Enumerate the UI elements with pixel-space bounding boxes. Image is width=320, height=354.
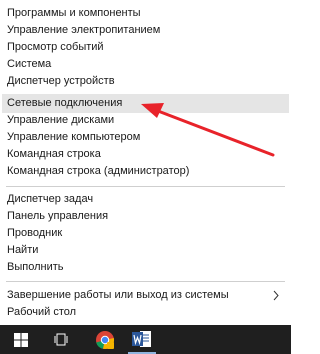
task-view-button[interactable]	[46, 325, 76, 354]
menu-item-command-prompt-admin[interactable]: Командная строка (администратор)	[0, 162, 291, 181]
chrome-taskbar-button[interactable]	[88, 325, 122, 354]
windows-logo-icon	[14, 333, 28, 347]
task-view-icon	[54, 333, 68, 346]
menu-item-shutdown-label: Завершение работы или выход из системы	[7, 289, 229, 301]
winx-context-menu: Программы и компоненты Управление электр…	[0, 0, 291, 325]
word-taskbar-button[interactable]	[124, 325, 160, 354]
taskbar	[0, 325, 291, 354]
start-button[interactable]	[0, 325, 44, 354]
menu-item-device-manager[interactable]: Диспетчер устройств	[0, 72, 291, 91]
menu-separator	[6, 186, 285, 187]
menu-item-desktop[interactable]: Рабочий стол	[0, 303, 291, 322]
menu-item-run[interactable]: Выполнить	[0, 258, 291, 277]
chrome-icon	[96, 331, 115, 350]
menu-separator	[6, 281, 285, 282]
word-icon	[132, 331, 151, 347]
